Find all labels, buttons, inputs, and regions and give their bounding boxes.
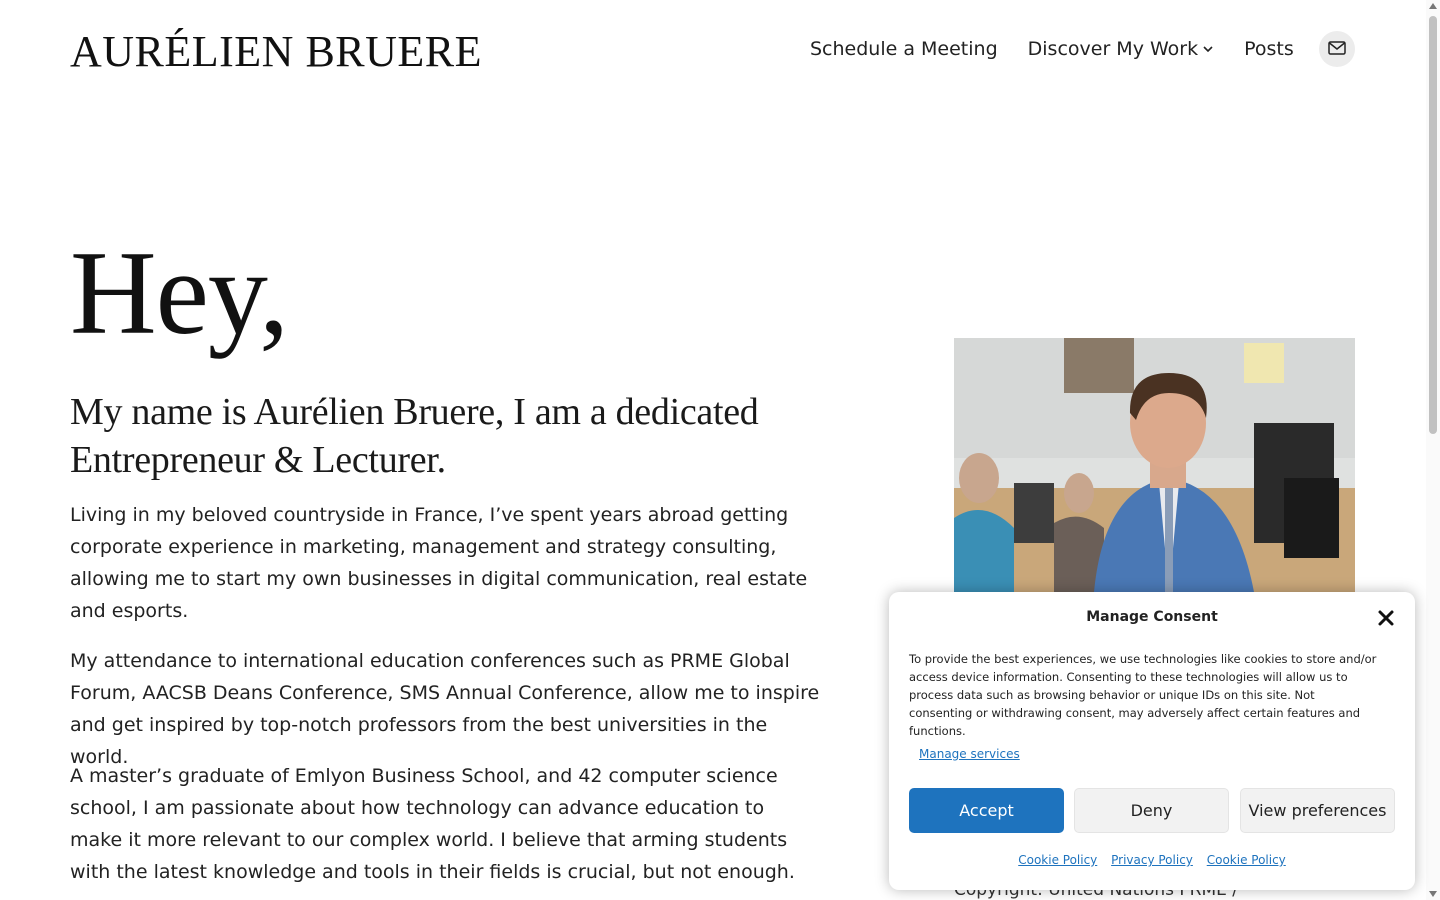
mail-icon (1328, 40, 1346, 59)
cookie-policy-link[interactable]: Cookie Policy (1018, 853, 1097, 867)
intro-heading: My name is Aurélien Bruere, I am a dedic… (70, 391, 759, 481)
consent-title: Manage Consent (1086, 609, 1218, 625)
cookie-policy-link[interactable]: Cookie Policy (1207, 853, 1286, 867)
nav-item-posts[interactable]: Posts (1244, 38, 1294, 60)
bio-paragraph: My attendance to international education… (70, 650, 820, 768)
nav-item-discover-my-work[interactable]: Discover My Work (1028, 38, 1214, 60)
profile-photo (954, 338, 1355, 592)
manage-services-link[interactable]: Manage services (919, 747, 1020, 761)
deny-button[interactable]: Deny (1074, 788, 1229, 833)
nav-item-label: Schedule a Meeting (810, 38, 998, 60)
main-nav: Schedule a Meeting Discover My Work Post… (810, 34, 1294, 64)
nav-item-label: Discover My Work (1027, 38, 1199, 60)
scroll-down-arrow-icon[interactable] (1429, 891, 1437, 897)
greeting-heading: Hey, (70, 226, 289, 359)
bio-paragraph: A master’s graduate of Emlyon Business S… (70, 765, 795, 883)
mail-button[interactable] (1319, 31, 1355, 67)
page-scrollbar[interactable] (1426, 0, 1440, 900)
close-icon[interactable] (1377, 609, 1395, 627)
scroll-thumb[interactable] (1429, 16, 1437, 434)
consent-policy-links: Cookie Policy Privacy Policy Cookie Poli… (889, 853, 1415, 867)
consent-dialog: Manage Consent To provide the best exper… (889, 592, 1415, 890)
chevron-down-icon (1202, 45, 1214, 53)
privacy-policy-link[interactable]: Privacy Policy (1111, 853, 1193, 867)
bio-paragraph: Living in my beloved countryside in Fran… (70, 504, 808, 622)
view-preferences-button[interactable]: View preferences (1240, 788, 1395, 833)
scroll-up-arrow-icon[interactable] (1429, 3, 1437, 9)
site-title[interactable]: AURÉLIEN BRUERE (70, 26, 482, 78)
consent-description: To provide the best experiences, we use … (909, 652, 1377, 738)
nav-item-label: Posts (1244, 38, 1294, 60)
nav-item-schedule-meeting[interactable]: Schedule a Meeting (810, 38, 998, 60)
accept-button[interactable]: Accept (909, 788, 1064, 833)
